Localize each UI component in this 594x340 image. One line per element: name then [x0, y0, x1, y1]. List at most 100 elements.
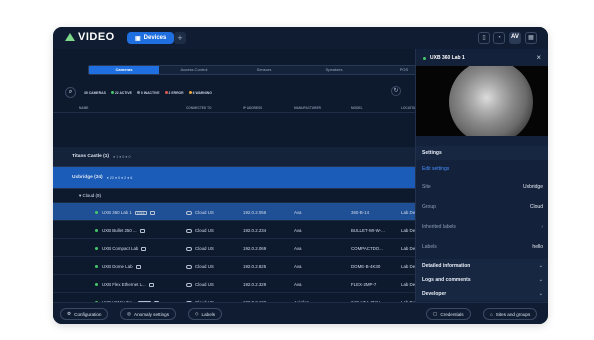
inactive-count[interactable]: 0 INACTIVE — [136, 90, 160, 95]
camera-detail-panel: UXB 360 Lab 1 × Settings Edit settings S… — [415, 49, 548, 302]
group-uxbridge[interactable]: Uxbridge (34) ● 22 ● 0 ● 2 ● 6 — [53, 167, 415, 189]
status-dot-icon — [95, 265, 98, 268]
status-dot-icon — [95, 247, 98, 250]
camera-name: UXB Compact Lab — [95, 246, 190, 251]
close-icon[interactable]: × — [536, 53, 541, 62]
col-ip[interactable]: IP ADDRESS — [243, 106, 262, 110]
anomaly-icon: ◎ — [127, 311, 132, 316]
manufacturer-cell: Ava — [294, 282, 302, 287]
configuration-button[interactable]: ⚙ Configuration — [60, 308, 109, 320]
camera-icon: ▣ — [135, 35, 141, 42]
document-icon[interactable]: ▯ — [478, 32, 490, 44]
warning-count[interactable]: 6 WARNING — [188, 90, 212, 95]
error-dot-icon — [164, 90, 168, 94]
inherited-labels-row[interactable]: Inherited labels › — [416, 220, 548, 234]
location-cell: Lab De — [401, 246, 415, 251]
table-row[interactable]: UXB Dome Lab Cloud US 192.0.2.825 Ava DOME-B… — [53, 257, 415, 275]
ip-cell: 192.0.2.056 — [243, 210, 267, 215]
group-titans-castle[interactable]: Titans Castle (1) ● 1 ● 0 ● 0 — [53, 147, 415, 167]
cloud-icon — [186, 265, 192, 269]
settings-header: Settings — [416, 146, 548, 160]
model-cell: COMPACTDO... — [351, 246, 383, 251]
model-cell: 360-B-14 — [351, 210, 370, 215]
cloud-icon — [141, 246, 147, 251]
app-logo[interactable]: VIDEO — [65, 31, 115, 43]
ip-cell: 192.0.2.069 — [243, 246, 267, 251]
device-type-tabs: Cameras Access Control Sensors Speakers … — [88, 65, 440, 75]
cloud-icon — [135, 264, 141, 269]
devices-button[interactable]: ▣ Devices — [127, 32, 175, 44]
labels-button[interactable]: ◇ Labels — [188, 308, 223, 320]
anomaly-settings-button[interactable]: ◎ Anomaly settings — [120, 308, 176, 320]
edit-settings-link[interactable]: Edit settings — [416, 162, 548, 176]
location-cell: Lab De — [401, 210, 415, 215]
sites-icon: ⌂ — [490, 311, 493, 317]
ip-cell: 192.0.2.825 — [243, 264, 267, 269]
table-header: NAME CONNECTED TO IP ADDRESS MANUFACTURE… — [53, 103, 417, 113]
tab-cameras[interactable]: Cameras — [89, 66, 159, 74]
active-count[interactable]: 22 ACTIVE — [110, 90, 132, 95]
group-counts: ● 1 ● 0 ● 0 — [112, 154, 131, 159]
detailed-info-section[interactable]: Detailed information ⌄ — [416, 259, 548, 273]
subgroup-cloud[interactable]: ▾ Cloud (9) — [53, 189, 415, 203]
col-name[interactable]: NAME — [79, 106, 88, 110]
manufacturer-cell: Ava — [294, 228, 302, 233]
device-list-area: Cameras Access Control Sensors Speakers … — [53, 49, 440, 323]
cloud-icon — [139, 228, 145, 233]
search-icon[interactable]: ⌕ — [65, 87, 76, 98]
ip-cell: 192.0.2.234 — [243, 228, 267, 233]
error-count[interactable]: 2 ERROR — [164, 90, 184, 95]
ip-cell: 192.0.2.329 — [243, 282, 267, 287]
cloud-icon — [186, 229, 192, 233]
tab-sensors[interactable]: Sensors — [229, 66, 299, 74]
gear-icon: ⚙ — [67, 311, 72, 316]
app-title: VIDEO — [78, 31, 115, 43]
camera-preview[interactable] — [416, 66, 548, 136]
table-row[interactable]: UXB Flex Ethernet L... Cloud US 192.0.2.32… — [53, 275, 415, 293]
site-row: Site Uxbridge — [422, 184, 543, 190]
table-row[interactable]: UXB Compact Lab Cloud US 192.0.2.069 Ava COM… — [53, 239, 415, 257]
table-row[interactable]: UXB Bullet 250 ... Cloud US 192.0.2.234 Ava… — [53, 221, 415, 239]
group-row: Group Cloud — [422, 204, 543, 210]
logs-section[interactable]: Logs and comments ⌄ — [416, 273, 548, 287]
cloud-icon — [148, 282, 154, 287]
connected-cell: Cloud US — [186, 264, 214, 269]
model-cell: DOME-B-4K30 — [351, 264, 381, 269]
connected-cell: Cloud US — [186, 246, 214, 251]
camera-name: UXB 360 Lab 1 FREE — [95, 210, 190, 215]
tag-badge: FREE — [134, 210, 147, 215]
cloud-icon — [186, 247, 192, 251]
location-cell: Lab De — [401, 282, 415, 287]
add-tab-button[interactable]: + — [174, 32, 186, 44]
fisheye-image — [449, 66, 533, 136]
chevron-right-icon: › — [541, 224, 543, 230]
app-window: VIDEO ▣ Devices + ▯ ◔ AV ▦ Cameras Access… — [53, 27, 548, 324]
bell-icon[interactable]: ◔ — [493, 32, 505, 44]
top-bar: VIDEO ▣ Devices + ▯ ◔ AV ▦ — [53, 27, 548, 49]
sites-groups-button[interactable]: ⌂ Sites and groups — [483, 308, 538, 320]
col-model[interactable]: MODEL — [351, 106, 363, 110]
developer-section[interactable]: Developer ⌄ — [416, 287, 548, 301]
cloud-icon — [149, 210, 155, 215]
refresh-icon[interactable]: ↻ — [391, 86, 401, 96]
credentials-button[interactable]: ▢ Credentials — [426, 308, 471, 320]
devices-label: Devices — [143, 35, 167, 41]
manufacturer-cell: Ava — [294, 210, 302, 215]
connected-cell: Cloud US — [186, 228, 214, 233]
avatar[interactable]: AV — [509, 32, 521, 44]
col-connected[interactable]: CONNECTED TO — [186, 106, 211, 110]
tab-access-control[interactable]: Access Control — [159, 66, 229, 74]
inactive-dot-icon — [136, 90, 140, 94]
col-manufacturer[interactable]: MANUFACTURER — [294, 106, 321, 110]
connected-cell: Cloud US — [186, 210, 214, 215]
status-summary: ⌕ 35 CAMERAS 22 ACTIVE 0 INACTIVE 2 ERRO… — [65, 87, 212, 98]
grid-icon[interactable]: ▦ — [525, 32, 537, 44]
status-dot-icon — [423, 56, 426, 60]
location-cell: Lab De — [401, 228, 415, 233]
table-row[interactable]: UXB 360 Lab 1 FREE Cloud US 192.0.2.056 Ava 3… — [53, 203, 415, 221]
location-cell: Lab De — [401, 264, 415, 269]
tab-speakers[interactable]: Speakers — [299, 66, 369, 74]
camera-name: UXB Bullet 250 ... — [95, 228, 190, 233]
status-dot-icon — [95, 211, 98, 214]
manufacturer-cell: Ava — [294, 246, 302, 251]
